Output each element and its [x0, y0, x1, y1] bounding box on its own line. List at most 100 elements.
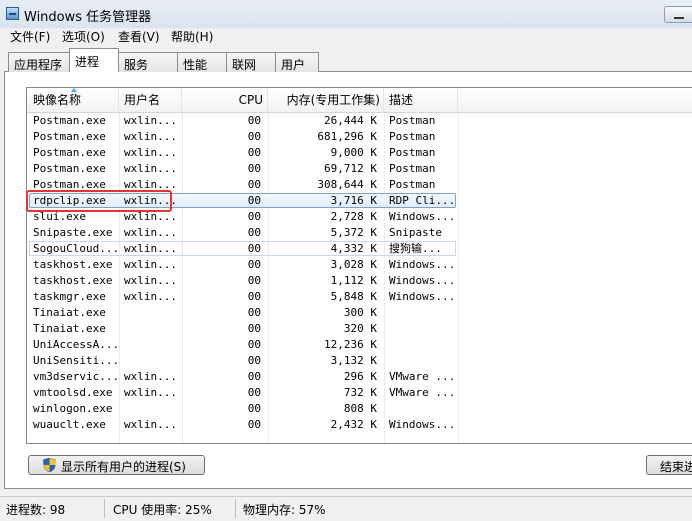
process-memory: 9,000 K: [330, 146, 377, 159]
process-row[interactable]: UniAccessA... 00 12,236 K: [27, 337, 692, 353]
status-separator: [104, 499, 105, 518]
status-process-count: 进程数: 98: [6, 503, 66, 517]
process-row[interactable]: Snipaste.exe wxlin... 00 5,372 K Snipaste: [27, 225, 692, 241]
sort-ascending-icon: [71, 88, 77, 92]
process-user: wxlin...: [124, 418, 177, 431]
process-memory: 5,372 K: [330, 226, 377, 239]
process-row[interactable]: taskhost.exe wxlin... 00 1,112 K Windows...: [27, 273, 692, 289]
process-memory: 5,848 K: [330, 290, 377, 303]
process-description: 搜狗输...: [389, 242, 442, 255]
end-process-button[interactable]: 结束进: [646, 455, 692, 475]
process-row[interactable]: vm3dservic... wxlin... 00 296 K VMware ...: [27, 369, 692, 385]
process-user: wxlin...: [124, 146, 177, 159]
process-user: [124, 305, 184, 321]
process-cpu: 00: [247, 226, 261, 239]
process-user: wxlin...: [124, 130, 177, 143]
tab-processes[interactable]: 进程: [69, 48, 119, 72]
process-row[interactable]: SogouCloud... wxlin... 00 4,332 K 搜狗输...: [27, 241, 692, 257]
process-image-name: vmtoolsd.exe: [33, 386, 113, 399]
process-description: Postman: [389, 130, 436, 143]
column-header-description[interactable]: 描述: [384, 88, 458, 112]
process-cpu: 00: [247, 258, 261, 271]
status-bar: 进程数: 98 CPU 使用率: 25% 物理内存: 57%: [0, 496, 692, 521]
process-memory: 3,716 K: [330, 194, 377, 207]
process-cpu: 00: [247, 290, 261, 303]
tab-users[interactable]: 用户: [275, 52, 319, 72]
menu-file[interactable]: 文件(F): [10, 28, 50, 45]
process-row[interactable]: Tinaiat.exe 00 320 K: [27, 321, 692, 337]
tab-applications[interactable]: 应用程序: [8, 52, 70, 72]
process-list[interactable]: 映像名称 用户名 CPU 内存(专用工作集) 描述 Postman.exe wxl…: [26, 87, 692, 444]
process-image-name: Postman.exe: [33, 146, 106, 159]
process-row[interactable]: Postman.exe wxlin... 00 69,712 K Postman: [27, 161, 692, 177]
task-manager-icon: [6, 7, 19, 20]
process-cpu: 00: [247, 242, 261, 255]
process-user: wxlin...: [124, 258, 177, 271]
process-user: wxlin...: [124, 242, 177, 255]
process-user: [124, 401, 184, 417]
process-row[interactable]: Postman.exe wxlin... 00 26,444 K Postman: [27, 113, 692, 129]
process-image-name: taskhost.exe: [33, 258, 113, 271]
process-description: RDP Cli...: [389, 194, 456, 207]
process-image-name: vm3dservic...: [33, 370, 119, 383]
title-bar: Windows 任务管理器: [0, 0, 692, 28]
process-image-name: taskmgr.exe: [33, 290, 106, 303]
column-header-user[interactable]: 用户名: [119, 88, 182, 112]
process-cpu: 00: [247, 178, 261, 191]
process-row[interactable]: wuauclt.exe wxlin... 00 2,432 K Windows...: [27, 417, 692, 433]
process-memory: 681,296 K: [317, 130, 377, 143]
process-image-name: Postman.exe: [33, 114, 106, 127]
process-row[interactable]: vmtoolsd.exe wxlin... 00 732 K VMware ...: [27, 385, 692, 401]
highlight-annotation-box: [26, 190, 172, 212]
menu-options[interactable]: 选项(O): [62, 28, 105, 45]
uac-shield-icon: [43, 458, 56, 472]
process-memory: 300 K: [343, 306, 377, 319]
process-user: wxlin...: [124, 114, 177, 127]
process-cpu: 00: [247, 114, 261, 127]
process-row[interactable]: winlogon.exe 00 808 K: [27, 401, 692, 417]
process-user: wxlin...: [124, 274, 177, 287]
process-image-name: Postman.exe: [33, 130, 106, 143]
column-header-image-name[interactable]: 映像名称: [27, 88, 119, 112]
column-header-cpu[interactable]: CPU: [182, 88, 268, 112]
status-separator: [235, 499, 236, 518]
process-image-name: winlogon.exe: [33, 402, 113, 415]
status-physical-memory: 物理内存: 57%: [243, 503, 326, 517]
process-description: [389, 401, 459, 417]
process-row[interactable]: UniSensiti... 00 3,132 K: [27, 353, 692, 369]
status-cpu-usage: CPU 使用率: 25%: [113, 503, 212, 517]
process-memory: 2,728 K: [330, 210, 377, 223]
process-image-name: UniAccessA...: [33, 338, 119, 351]
process-description: Windows...: [389, 210, 456, 223]
tab-networking[interactable]: 联网: [226, 52, 276, 72]
menu-view[interactable]: 查看(V): [118, 28, 160, 45]
process-image-name: Tinaiat.exe: [33, 306, 106, 319]
process-row[interactable]: Postman.exe wxlin... 00 681,296 K Postman: [27, 129, 692, 145]
process-user: wxlin...: [124, 370, 177, 383]
show-all-users-processes-button[interactable]: 显示所有用户的进程(S): [28, 455, 205, 475]
list-header: 映像名称 用户名 CPU 内存(专用工作集) 描述: [27, 88, 692, 113]
process-cpu: 00: [247, 162, 261, 175]
process-user: [124, 337, 184, 353]
process-cpu: 00: [247, 354, 261, 367]
process-memory: 2,432 K: [330, 418, 377, 431]
process-description: Postman: [389, 162, 436, 175]
process-cpu: 00: [247, 386, 261, 399]
window-title: Windows 任务管理器: [24, 10, 152, 25]
tab-performance[interactable]: 性能: [177, 52, 227, 72]
process-image-name: wuauclt.exe: [33, 418, 106, 431]
process-row[interactable]: taskmgr.exe wxlin... 00 5,848 K Windows...: [27, 289, 692, 305]
process-row[interactable]: Tinaiat.exe 00 300 K: [27, 305, 692, 321]
process-cpu: 00: [247, 274, 261, 287]
process-user: [124, 353, 184, 369]
minimize-button[interactable]: [664, 6, 692, 23]
column-header-memory[interactable]: 内存(专用工作集): [268, 88, 384, 112]
process-image-name: Snipaste.exe: [33, 226, 113, 239]
process-memory: 69,712 K: [324, 162, 377, 175]
tab-services[interactable]: 服务: [118, 52, 178, 72]
process-memory: 732 K: [343, 386, 377, 399]
process-row[interactable]: taskhost.exe wxlin... 00 3,028 K Windows...: [27, 257, 692, 273]
menu-help[interactable]: 帮助(H): [171, 28, 213, 45]
process-user: wxlin...: [124, 290, 177, 303]
process-row[interactable]: Postman.exe wxlin... 00 9,000 K Postman: [27, 145, 692, 161]
